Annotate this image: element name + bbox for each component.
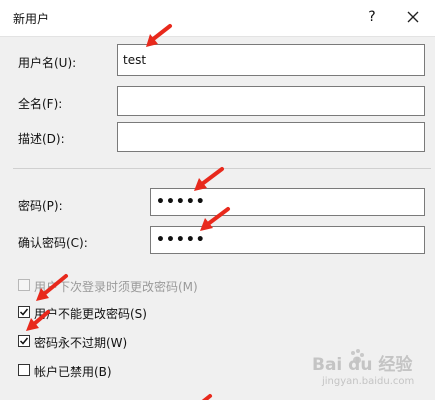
password-input[interactable]: ••••• [150, 188, 425, 216]
password-never-expires-option[interactable]: 密码永不过期(W) [18, 334, 318, 350]
username-input[interactable] [117, 44, 425, 76]
must-change-password-option: 用户下次登录时须更改密码(M) [18, 278, 318, 294]
cannot-change-password-option[interactable]: 用户不能更改密码(S) [18, 305, 318, 321]
close-button[interactable] [402, 6, 424, 28]
baidu-watermark: Bai du 经验 jingyan.baidu.com [312, 346, 430, 396]
password-never-expires-label: 密码永不过期(W) [34, 336, 128, 350]
watermark-text: Bai du 经验 [312, 355, 413, 375]
check-icon [19, 308, 29, 316]
description-input[interactable] [117, 122, 425, 152]
check-icon [19, 337, 29, 345]
account-disabled-option[interactable]: 帐户已禁用(B) [18, 363, 318, 379]
must-change-password-checkbox [18, 279, 30, 291]
cannot-change-password-label: 用户不能更改密码(S) [34, 307, 147, 321]
watermark-url: jingyan.baidu.com [322, 376, 415, 387]
confirm-password-input[interactable]: ••••• [150, 226, 425, 254]
description-label: 描述(D): [18, 132, 65, 146]
must-change-password-label: 用户下次登录时须更改密码(M) [34, 280, 198, 294]
account-disabled-label: 帐户已禁用(B) [34, 365, 112, 379]
close-icon [407, 11, 419, 23]
cannot-change-password-checkbox[interactable] [18, 306, 30, 318]
divider [13, 168, 431, 169]
dialog-title: 新用户 [13, 12, 50, 26]
password-label: 密码(P): [18, 199, 63, 213]
annotation-arrow-bottom [201, 394, 212, 400]
account-disabled-checkbox[interactable] [18, 364, 30, 376]
username-label: 用户名(U): [18, 56, 77, 70]
help-button[interactable]: ? [363, 7, 381, 27]
fullname-label: 全名(F): [18, 97, 63, 111]
password-never-expires-checkbox[interactable] [18, 335, 30, 347]
fullname-input[interactable] [117, 86, 425, 116]
confirm-password-label: 确认密码(C): [18, 236, 88, 250]
